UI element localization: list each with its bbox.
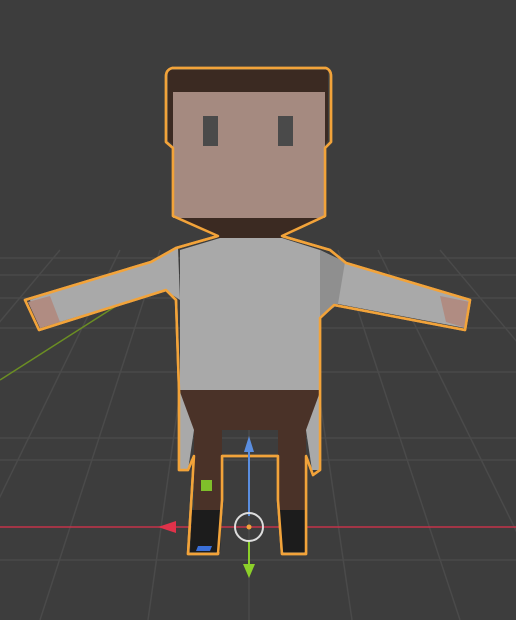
right-leg[interactable] — [278, 430, 306, 512]
torso[interactable] — [180, 238, 320, 390]
viewport-canvas[interactable] — [0, 0, 516, 620]
pelvis[interactable] — [180, 390, 320, 430]
left-leg[interactable] — [194, 430, 222, 512]
left-shoe[interactable] — [190, 510, 222, 552]
3d-viewport[interactable] — [0, 0, 516, 620]
hair[interactable] — [168, 70, 328, 92]
green-marker[interactable] — [201, 480, 212, 491]
hair-side-right — [325, 90, 328, 145]
hair-side-left — [168, 90, 173, 145]
left-eye — [203, 116, 218, 146]
y-arrow-icon[interactable] — [243, 564, 255, 578]
head[interactable] — [173, 90, 325, 218]
blue-marker[interactable] — [196, 546, 212, 551]
right-eye — [278, 116, 293, 146]
character-model[interactable] — [23, 66, 472, 556]
origin-icon[interactable] — [246, 524, 252, 530]
